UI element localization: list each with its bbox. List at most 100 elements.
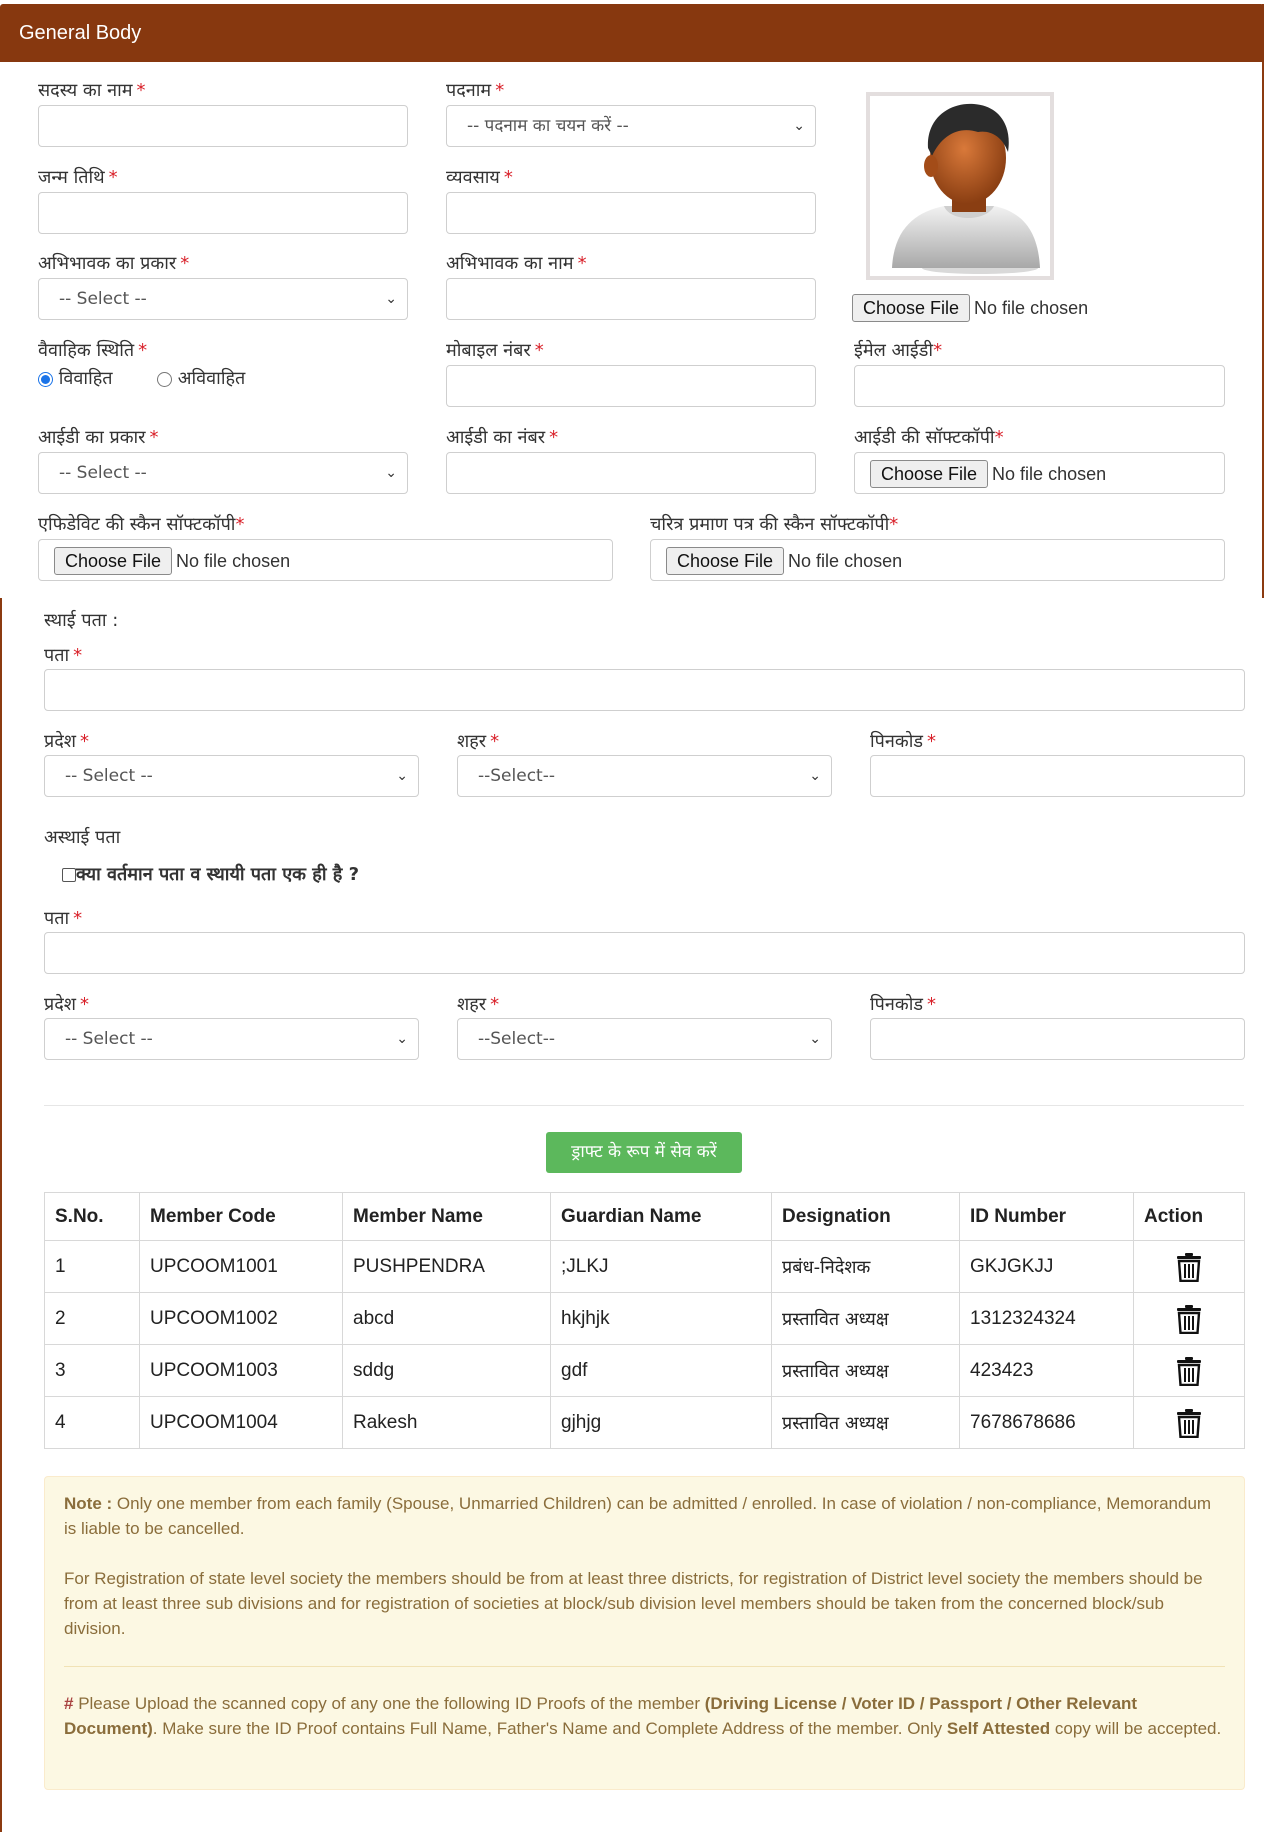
- user-avatar-icon: [892, 103, 1040, 274]
- member-name-label: सदस्य का नाम *: [38, 80, 146, 101]
- cell-action: [1133, 1396, 1245, 1449]
- temporary-state-selected-value: -- Select --: [65, 1029, 153, 1049]
- dob-input[interactable]: [38, 192, 408, 234]
- mobile-input[interactable]: [446, 365, 816, 407]
- cell-designation: प्रस्तावित अध्यक्ष: [771, 1292, 960, 1345]
- character-certificate-file-input[interactable]: Choose File No file chosen: [650, 539, 1225, 581]
- temporary-city-selected-value: --Select--: [478, 1029, 555, 1049]
- cell-id-number: 7678678686: [959, 1396, 1134, 1449]
- permanent-pincode-input[interactable]: [870, 755, 1245, 797]
- permanent-state-select[interactable]: -- Select -- ⌄: [44, 755, 419, 797]
- id-softcopy-label: आईडी की सॉफ्टकॉपी*: [854, 427, 1004, 448]
- permanent-city-select[interactable]: --Select-- ⌄: [457, 755, 832, 797]
- designation-selected-value: -- पदनाम का चयन करें --: [467, 116, 629, 136]
- occupation-input[interactable]: [446, 192, 816, 234]
- designation-select[interactable]: -- पदनाम का चयन करें -- ⌄: [446, 105, 816, 147]
- id-number-input[interactable]: [446, 452, 816, 494]
- cell-id-number: 423423: [959, 1344, 1134, 1397]
- chevron-down-icon: ⌄: [385, 291, 397, 307]
- marital-married-option[interactable]: विवाहित: [38, 366, 113, 390]
- temporary-address-label: पता *: [44, 908, 83, 929]
- cell-id-number: GKJGKJJ: [959, 1240, 1134, 1293]
- trash-icon[interactable]: [1176, 1304, 1202, 1334]
- table-row: 3 UPCOOM1003 sddg gdf प्रस्तावित अध्यक्ष…: [44, 1344, 1245, 1397]
- id-type-selected-value: -- Select --: [59, 463, 147, 483]
- permanent-city-selected-value: --Select--: [478, 766, 555, 786]
- cell-designation: प्रस्तावित अध्यक्ष: [771, 1344, 960, 1397]
- guardian-name-label: अभिभावक का नाम *: [446, 253, 587, 274]
- id-number-label: आईडी का नंबर *: [446, 427, 559, 448]
- trash-icon[interactable]: [1176, 1252, 1202, 1282]
- mobile-label: मोबाइल नंबर *: [446, 340, 544, 361]
- cell-member-name: abcd: [342, 1292, 551, 1345]
- chevron-down-icon: ⌄: [396, 768, 408, 784]
- same-address-option[interactable]: क्या वर्तमान पता व स्थायी पता एक ही है ?: [62, 862, 359, 886]
- photo-choose-file-button[interactable]: Choose File: [852, 294, 971, 323]
- cell-member-code: UPCOOM1001: [139, 1240, 343, 1293]
- table-header-row: S.No. Member Code Member Name Guardian N…: [44, 1192, 1245, 1241]
- table-row: 1 UPCOOM1001 PUSHPENDRA ;JLKJ प्रबंध-निद…: [44, 1240, 1245, 1293]
- permanent-address-input[interactable]: [44, 669, 1245, 711]
- table-row: 2 UPCOOM1002 abcd hkjhjk प्रस्तावित अध्य…: [44, 1292, 1245, 1345]
- affidavit-file-input[interactable]: Choose File No file chosen: [38, 539, 613, 581]
- photo-file-input[interactable]: Choose File No file chosen: [852, 292, 1092, 323]
- cell-member-code: UPCOOM1003: [139, 1344, 343, 1397]
- cell-member-name: PUSHPENDRA: [342, 1240, 551, 1293]
- cell-action: [1133, 1240, 1245, 1293]
- note-text: Only one member from each family (Spouse…: [64, 1494, 1212, 1538]
- cell-member-name: Rakesh: [342, 1396, 551, 1449]
- email-label: ईमेल आईडी*: [854, 340, 943, 361]
- panel-title: General Body: [0, 4, 1264, 62]
- note-label: Note :: [64, 1494, 113, 1513]
- id-softcopy-choose-file-button[interactable]: Choose File: [870, 460, 989, 489]
- temporary-address-input[interactable]: [44, 932, 1245, 974]
- email-input[interactable]: [854, 365, 1225, 407]
- table-row: 4 UPCOOM1004 Rakesh gjhjg प्रस्तावित अध्…: [44, 1396, 1245, 1449]
- member-name-input[interactable]: [38, 105, 408, 147]
- chevron-down-icon: ⌄: [793, 118, 805, 134]
- trash-icon[interactable]: [1176, 1408, 1202, 1438]
- guardian-type-select[interactable]: -- Select -- ⌄: [38, 278, 408, 320]
- header-member-code: Member Code: [139, 1192, 343, 1241]
- cell-sno: 2: [44, 1292, 140, 1345]
- marital-unmarried-option[interactable]: अविवाहित: [157, 366, 245, 390]
- dob-label: जन्म तिथि *: [38, 167, 118, 188]
- cell-guardian-name: gdf: [550, 1344, 772, 1397]
- temporary-state-label: प्रदेश *: [44, 994, 90, 1015]
- id-softcopy-file-input[interactable]: Choose File No file chosen: [854, 452, 1225, 494]
- character-certificate-choose-file-button[interactable]: Choose File: [666, 547, 785, 576]
- unmarried-radio[interactable]: [157, 371, 172, 387]
- header-sno: S.No.: [44, 1192, 140, 1241]
- note-alert: Note : Only one member from each family …: [44, 1476, 1245, 1790]
- chevron-down-icon: ⌄: [385, 465, 397, 481]
- permanent-address-label: पता *: [44, 645, 83, 666]
- temporary-city-select[interactable]: --Select-- ⌄: [457, 1018, 832, 1060]
- id-type-select[interactable]: -- Select -- ⌄: [38, 452, 408, 494]
- note-divider: [64, 1666, 1225, 1667]
- affidavit-choose-file-button[interactable]: Choose File: [54, 547, 173, 576]
- note-registration-rule: For Registration of state level society …: [64, 1569, 1203, 1638]
- cell-action: [1133, 1344, 1245, 1397]
- same-address-checkbox[interactable]: [62, 868, 76, 882]
- guardian-type-selected-value: -- Select --: [59, 289, 147, 309]
- permanent-address-heading: स्थाई पता :: [44, 610, 119, 631]
- id-type-label: आईडी का प्रकार *: [38, 427, 159, 448]
- cell-designation: प्रस्तावित अध्यक्ष: [771, 1396, 960, 1449]
- marital-status-label: वैवाहिक स्थिति *: [38, 340, 148, 361]
- save-draft-button[interactable]: ड्राफ्ट के रूप में सेव करें: [546, 1132, 742, 1173]
- trash-icon[interactable]: [1176, 1356, 1202, 1386]
- cell-sno: 3: [44, 1344, 140, 1397]
- permanent-state-label: प्रदेश *: [44, 731, 90, 752]
- temporary-pincode-input[interactable]: [870, 1018, 1245, 1060]
- affidavit-file-status: No file chosen: [176, 551, 291, 572]
- temporary-pincode-label: पिनकोड *: [870, 994, 936, 1015]
- note-self-attested: Self Attested: [946, 1719, 1051, 1738]
- chevron-down-icon: ⌄: [809, 1031, 821, 1047]
- cell-guardian-name: gjhjg: [550, 1396, 772, 1449]
- temporary-state-select[interactable]: -- Select -- ⌄: [44, 1018, 419, 1060]
- member-photo: [866, 92, 1054, 280]
- cell-sno: 1: [44, 1240, 140, 1293]
- header-id-number: ID Number: [959, 1192, 1134, 1241]
- married-radio[interactable]: [38, 371, 53, 387]
- guardian-name-input[interactable]: [446, 278, 816, 320]
